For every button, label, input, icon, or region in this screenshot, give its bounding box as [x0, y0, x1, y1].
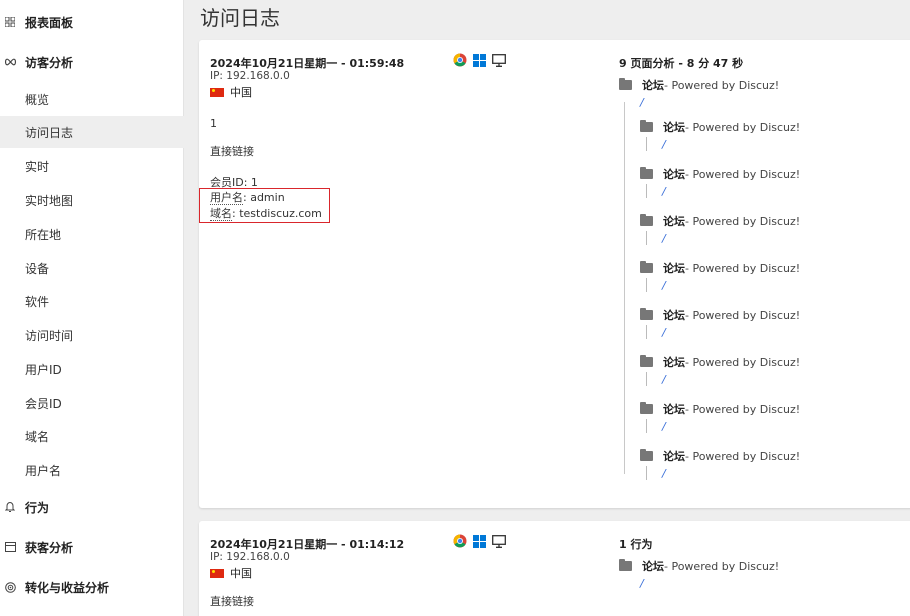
action-connector	[646, 231, 647, 245]
action-item[interactable]: 论坛 - Powered by Discuz!	[619, 558, 779, 574]
nav-group-acquisition[interactable]: 获客分析	[0, 532, 184, 562]
sidebar-item-user-id[interactable]: 用户ID	[0, 353, 184, 385]
visit-datetime: 2024年10月21日星期一 - 01:14:12	[210, 538, 405, 551]
sidebar-item-domain[interactable]: 域名	[0, 420, 184, 452]
action-item[interactable]: 论坛 - Powered by Discuz!	[640, 260, 800, 276]
visit-ip: IP: 192.168.0.0	[210, 551, 290, 563]
folder-icon	[619, 78, 632, 90]
action-item[interactable]: 论坛 - Powered by Discuz!	[640, 401, 800, 417]
folder-icon	[640, 308, 653, 320]
sidebar-item-locations[interactable]: 所在地	[0, 218, 184, 250]
visit-ip: IP: 192.168.0.0	[210, 70, 290, 82]
action-url-link[interactable]: /	[662, 467, 666, 480]
sidebar-item-visits-log[interactable]: 访问日志	[0, 116, 184, 148]
action-url-link[interactable]: /	[662, 373, 666, 386]
folder-icon	[640, 214, 653, 226]
action-item[interactable]: 论坛 - Powered by Discuz!	[640, 307, 800, 323]
action-connector	[646, 419, 647, 433]
nav-group-label: 报表面板	[25, 15, 74, 30]
action-item[interactable]: 论坛 - Powered by Discuz!	[640, 448, 800, 464]
box-icon	[3, 540, 17, 554]
visit-number: 1	[210, 117, 217, 130]
visit-environment	[453, 534, 506, 548]
sidebar-item-member-id[interactable]: 会员ID	[0, 387, 184, 419]
sidebar-item-username[interactable]: 用户名	[0, 454, 184, 486]
action-url-link[interactable]: /	[662, 185, 666, 198]
action-connector	[646, 372, 647, 386]
action-item[interactable]: 论坛 - Powered by Discuz!	[640, 166, 800, 182]
windows-icon[interactable]	[473, 53, 486, 67]
visit-environment	[453, 53, 506, 67]
visit-referrer: 直接链接	[210, 595, 254, 608]
folder-icon	[640, 355, 653, 367]
nav-group-conversions[interactable]: 转化与收益分析	[0, 572, 184, 602]
action-connector	[646, 278, 647, 292]
sidebar-item-realtime[interactable]: 实时	[0, 150, 184, 182]
sidebar-item-devices[interactable]: 设备	[0, 252, 184, 284]
desktop-icon[interactable]	[492, 534, 506, 548]
chrome-icon[interactable]	[453, 53, 467, 67]
nav-group-behaviour[interactable]: 行为	[0, 492, 184, 522]
action-url-link[interactable]: /	[662, 232, 666, 245]
chrome-icon[interactable]	[453, 534, 467, 548]
nav-group-label: 转化与收益分析	[25, 580, 110, 595]
country-name: 中国	[230, 86, 252, 99]
action-url-link[interactable]: /	[662, 138, 666, 151]
visit-summary: 1 行为	[619, 538, 653, 551]
action-connector	[646, 137, 647, 151]
visit-country: 中国	[210, 565, 252, 581]
action-item[interactable]: 论坛 - Powered by Discuz!	[640, 213, 800, 229]
visit-country: 中国	[210, 84, 252, 100]
windows-icon[interactable]	[473, 534, 486, 548]
action-connector	[646, 184, 647, 198]
grid-icon	[3, 15, 17, 29]
visit-summary: 9 页面分析 - 8 分 47 秒	[619, 57, 744, 70]
china-flag-icon	[210, 568, 224, 578]
desktop-icon[interactable]	[492, 53, 506, 67]
sidebar-item-visit-times[interactable]: 访问时间	[0, 319, 184, 351]
visit-card: 2024年10月21日星期一 - 01:14:12 IP: 192.168.0.…	[199, 521, 910, 616]
country-name: 中国	[230, 567, 252, 580]
action-connector	[646, 325, 647, 339]
nav-group-label: 行为	[25, 500, 50, 515]
bell-icon	[3, 500, 17, 514]
visit-card: 2024年10月21日星期一 - 01:59:48 IP: 192.168.0.…	[199, 40, 910, 508]
folder-icon	[640, 261, 653, 273]
target-icon	[3, 580, 17, 594]
nav-group-dashboard[interactable]: 报表面板	[0, 7, 184, 37]
folder-icon	[619, 559, 632, 571]
highlight-box	[199, 188, 330, 223]
nav-group-label: 访客分析	[25, 55, 74, 70]
action-url-link[interactable]: /	[662, 279, 666, 292]
nav-group-label: 获客分析	[25, 540, 74, 555]
visit-referrer: 直接链接	[210, 145, 254, 158]
folder-icon	[640, 120, 653, 132]
china-flag-icon	[210, 87, 224, 97]
action-item[interactable]: 论坛 - Powered by Discuz!	[619, 77, 779, 93]
sidebar-item-realtime-map[interactable]: 实时地图	[0, 184, 184, 216]
visit-datetime: 2024年10月21日星期一 - 01:59:48	[210, 57, 405, 70]
action-connector	[646, 466, 647, 480]
action-url-link[interactable]: /	[640, 96, 644, 109]
sidebar: 报表面板 访客分析 概览 访问日志 实时 实时地图 所在地 设备 软件 访问时间…	[0, 0, 184, 616]
action-item[interactable]: 论坛 - Powered by Discuz!	[640, 354, 800, 370]
folder-icon	[640, 402, 653, 414]
action-item[interactable]: 论坛 - Powered by Discuz!	[640, 119, 800, 135]
action-url-link[interactable]: /	[662, 326, 666, 339]
action-url-link[interactable]: /	[640, 577, 644, 590]
actions-timeline	[624, 102, 625, 474]
nav-group-visitors[interactable]: 访客分析	[0, 47, 184, 77]
page-title: 访问日志	[200, 6, 280, 30]
sidebar-item-software[interactable]: 软件	[0, 285, 184, 317]
infinity-icon	[3, 55, 17, 69]
action-url-link[interactable]: /	[662, 420, 666, 433]
folder-icon	[640, 167, 653, 179]
folder-icon	[640, 449, 653, 461]
sidebar-item-overview[interactable]: 概览	[0, 83, 184, 115]
